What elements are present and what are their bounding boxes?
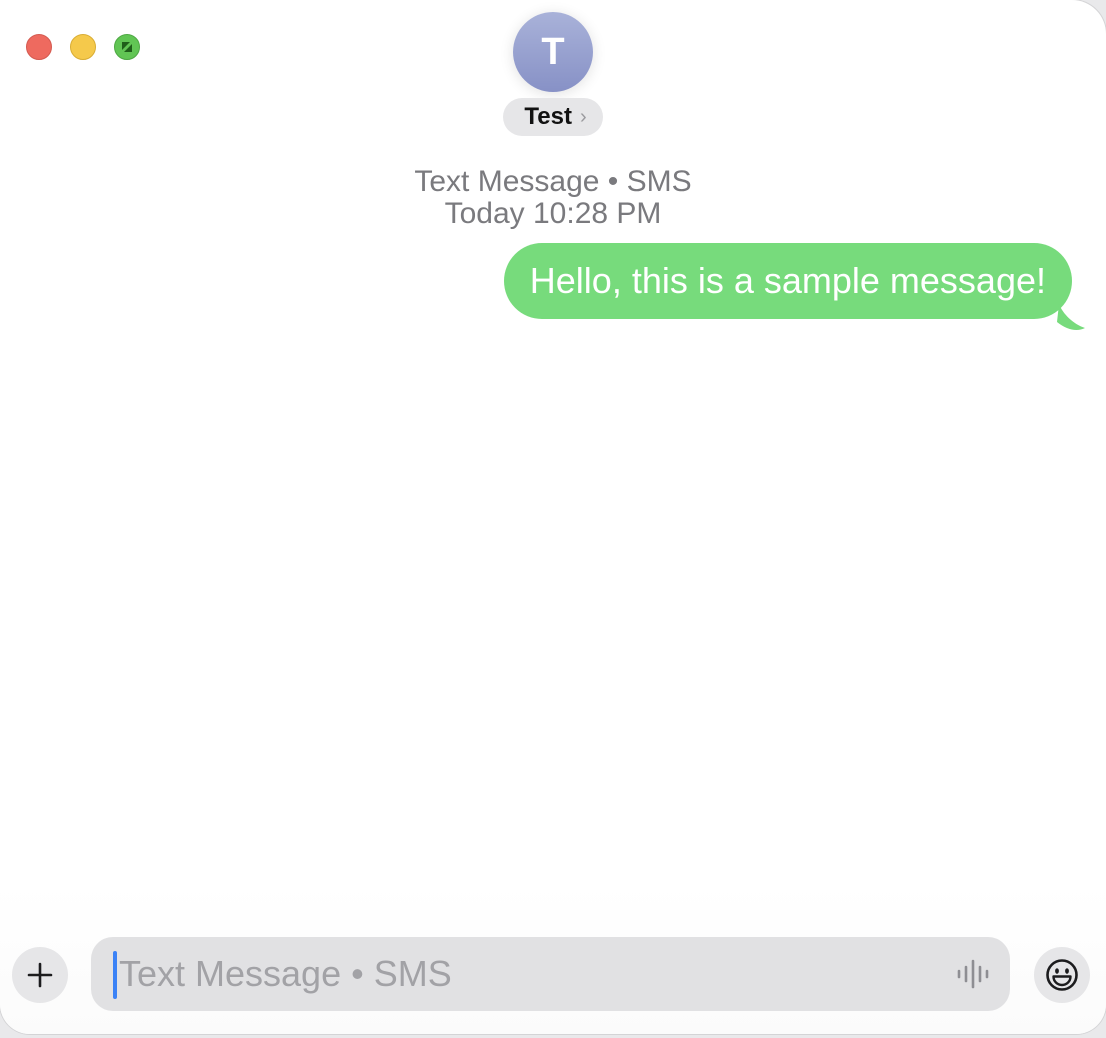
messages-window: T Test › Text Message • SMS Today 10:28 … xyxy=(0,0,1106,1034)
avatar-initial: T xyxy=(541,30,565,73)
avatar[interactable]: T xyxy=(513,12,593,92)
bubble-tail xyxy=(1057,304,1085,330)
waveform-icon[interactable] xyxy=(956,958,990,990)
service-label: Text Message • SMS xyxy=(414,165,692,198)
add-attachment-button[interactable] xyxy=(12,947,68,1003)
timestamp-day: Today xyxy=(444,197,525,230)
timestamp: Today 10:28 PM xyxy=(0,198,1106,230)
message-bubble-outgoing[interactable]: Hello, this is a sample message! xyxy=(503,243,1085,330)
contact-name-button[interactable]: Test › xyxy=(503,98,603,136)
contact-name: Test xyxy=(524,103,572,130)
message-input[interactable]: Text Message • SMS xyxy=(91,937,1010,1011)
conversation-info: Text Message • SMS Today 10:28 PM xyxy=(0,166,1106,230)
contact-header: T Test › xyxy=(0,12,1106,136)
emoji-button[interactable] xyxy=(1034,947,1090,1003)
smiley-icon xyxy=(1046,959,1078,991)
timestamp-time: 10:28 PM xyxy=(532,197,662,230)
text-cursor xyxy=(113,951,117,999)
message-text: Hello, this is a sample message! xyxy=(529,260,1046,301)
message-input-placeholder: Text Message • SMS xyxy=(119,953,452,994)
chevron-right-icon: › xyxy=(579,105,587,128)
plus-icon xyxy=(27,962,53,988)
